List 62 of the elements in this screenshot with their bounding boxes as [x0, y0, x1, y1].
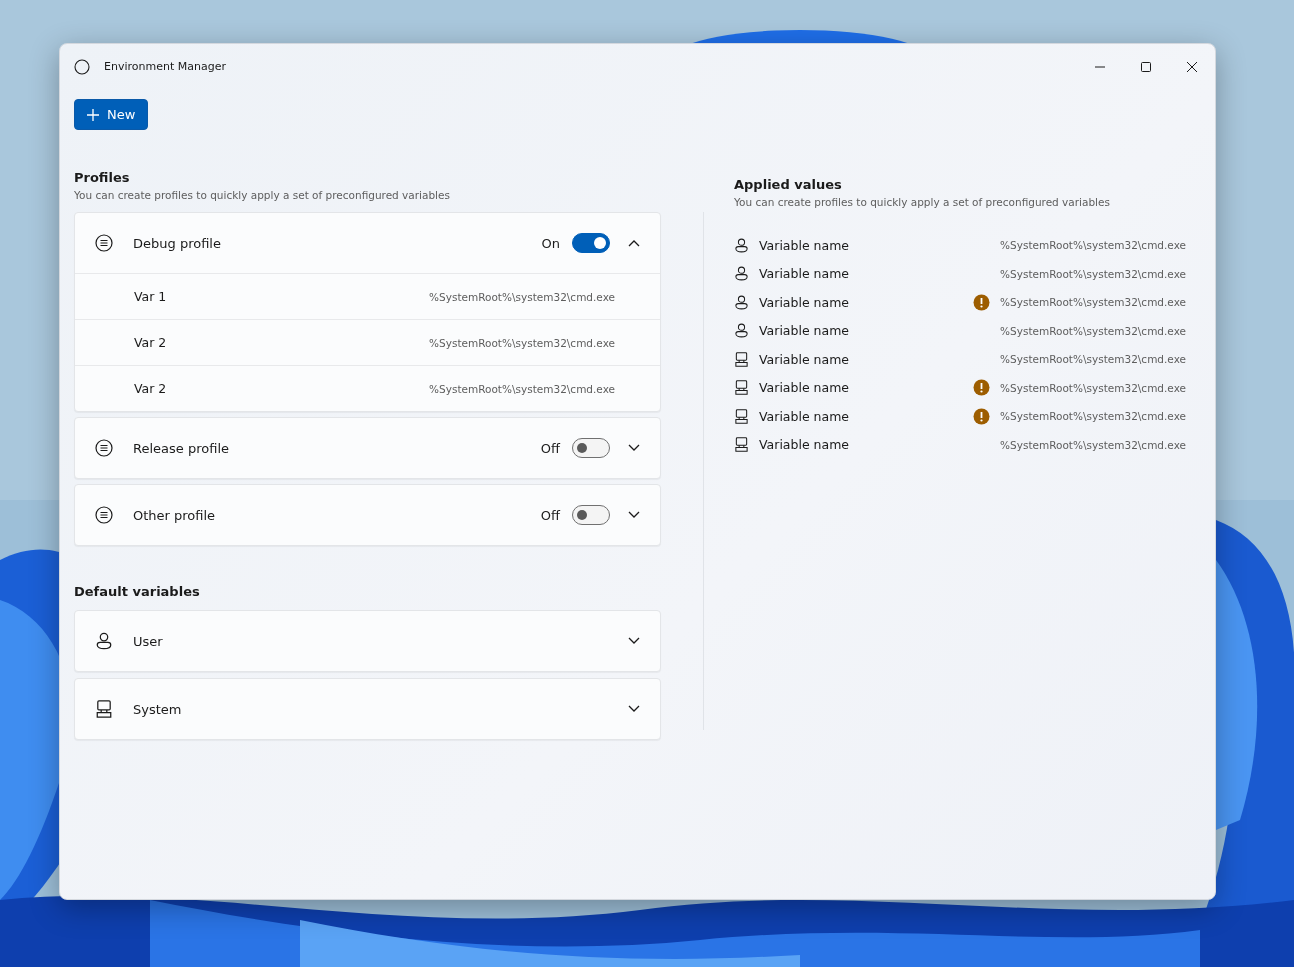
toggle-switch[interactable] [572, 505, 610, 525]
computer-icon [734, 408, 749, 424]
variable-name: Variable name [759, 237, 851, 253]
app-icon [74, 58, 90, 75]
close-icon [1187, 61, 1197, 72]
variable-name: Variable name [759, 408, 851, 424]
list-icon [95, 506, 113, 524]
chevron-down-icon [628, 444, 640, 452]
list-icon [95, 439, 113, 457]
computer-icon [734, 351, 749, 367]
computer-icon [734, 380, 749, 396]
maximize-icon [1141, 61, 1151, 72]
variable-name: Variable name [759, 266, 851, 282]
chevron-down-icon [628, 705, 640, 713]
profile-name: Other profile [133, 507, 217, 523]
toggle-switch[interactable] [572, 438, 610, 458]
person-icon [734, 266, 749, 282]
variable-value: %SystemRoot%\system32\cmd.exe [1000, 239, 1186, 252]
person-icon [734, 294, 749, 310]
toggle-switch[interactable] [572, 233, 610, 253]
variable-name: Variable name [759, 437, 851, 453]
computer-icon [734, 437, 749, 453]
section-heading: Applied values [734, 177, 843, 193]
computer-icon [95, 700, 113, 718]
toggle-label: Off [540, 440, 560, 456]
person-icon [734, 237, 749, 253]
variable-name: Var 2 [134, 381, 168, 396]
variable-value: %SystemRoot%\system32\cmd.exe [1000, 324, 1186, 337]
toggle-label: Off [540, 507, 560, 523]
person-icon [95, 632, 113, 650]
variable-value: %SystemRoot%\system32\cmd.exe [429, 290, 615, 303]
variable-name: Var 1 [134, 289, 168, 304]
variable-value: %SystemRoot%\system32\cmd.exe [1000, 353, 1186, 366]
group-label: System [133, 701, 183, 717]
variable-name: Var 2 [134, 335, 168, 350]
section-heading: Default variables [74, 584, 201, 600]
variable-value: %SystemRoot%\system32\cmd.exe [429, 382, 615, 395]
variable-value: %SystemRoot%\system32\cmd.exe [1000, 381, 1186, 394]
plus-icon [87, 108, 99, 121]
list-icon [95, 234, 113, 252]
variable-value: %SystemRoot%\system32\cmd.exe [429, 336, 615, 349]
variable-name: Variable name [759, 294, 851, 310]
variable-value: %SystemRoot%\system32\cmd.exe [1000, 410, 1186, 423]
profile-name: Debug profile [133, 235, 222, 251]
chevron-up-icon [628, 239, 640, 247]
toggle-label: On [541, 235, 560, 251]
person-icon [734, 323, 749, 339]
variable-name: Variable name [759, 323, 851, 339]
section-heading: Profiles [74, 170, 131, 186]
variable-value: %SystemRoot%\system32\cmd.exe [1000, 438, 1186, 451]
group-label: User [133, 633, 164, 649]
variable-name: Variable name [759, 380, 851, 396]
section-subtitle: You can create profiles to quickly apply a set of preconfigured variables [734, 195, 1111, 209]
chevron-down-icon [628, 511, 640, 519]
chevron-down-icon [628, 637, 640, 645]
new-button[interactable]: New [74, 99, 149, 130]
profile-name: Release profile [133, 440, 230, 456]
variable-name: Variable name [759, 351, 851, 367]
variable-value: %SystemRoot%\system32\cmd.exe [1000, 267, 1186, 280]
window-title: Environment Manager [104, 60, 227, 73]
section-subtitle: You can create profiles to quickly apply a set of preconfigured variables [74, 188, 451, 202]
variable-value: %SystemRoot%\system32\cmd.exe [1000, 296, 1186, 309]
